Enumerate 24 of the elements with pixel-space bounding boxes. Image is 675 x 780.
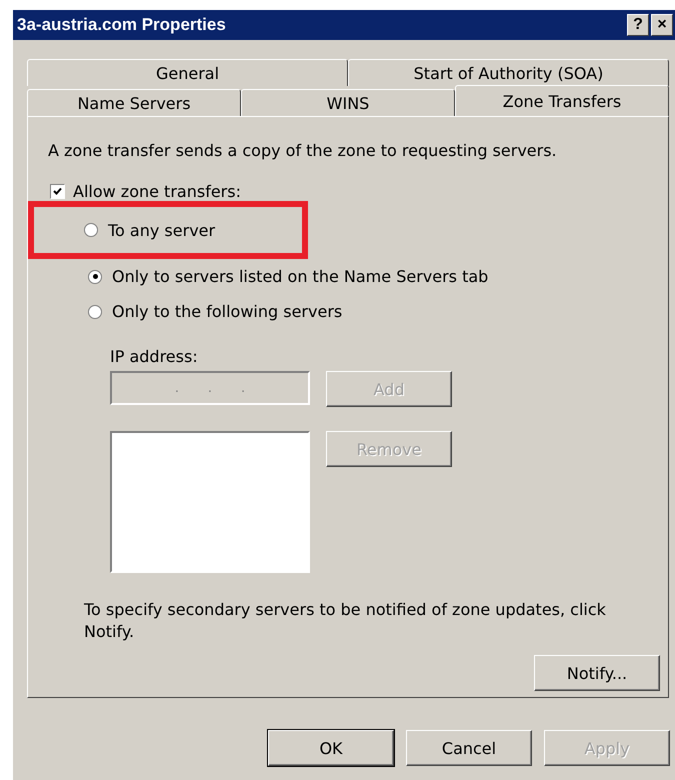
radio-button[interactable]: [88, 304, 102, 318]
allow-transfers-checkbox[interactable]: [50, 184, 65, 199]
check-icon: [53, 187, 62, 196]
tab[interactable]: Start of Authority (SOA): [348, 59, 669, 86]
notify-note: To specify secondary servers to be notified of zone updates, click Notify.: [84, 599, 607, 643]
tab[interactable]: General: [27, 59, 348, 86]
radio-button[interactable]: [88, 270, 102, 284]
ip-address-label: IP address:: [110, 347, 199, 367]
cancel-button[interactable]: Cancel: [406, 730, 532, 766]
checkbox-label[interactable]: Allow zone transfers:: [73, 182, 241, 201]
radio-label[interactable]: Only to the following servers: [112, 302, 342, 321]
description-text: A zone transfer sends a copy of the zone to requesting servers.: [48, 141, 558, 160]
radio-button[interactable]: [84, 223, 98, 237]
ok-button[interactable]: OK: [268, 730, 394, 766]
window-title: 3a-austria.com Properties: [17, 15, 227, 35]
radio-label[interactable]: Only to servers listed on the Name Servers tab: [112, 267, 488, 286]
server-list[interactable]: [110, 431, 310, 573]
help-button[interactable]: ?: [627, 14, 649, 36]
tab[interactable]: WINS: [241, 89, 455, 116]
close-button[interactable]: ×: [651, 14, 673, 36]
tab[interactable]: Name Servers: [27, 89, 241, 116]
tab[interactable]: Zone Transfers: [455, 85, 669, 116]
radio-label[interactable]: To any server: [108, 220, 216, 240]
notify-button[interactable]: Notify...: [534, 655, 660, 691]
